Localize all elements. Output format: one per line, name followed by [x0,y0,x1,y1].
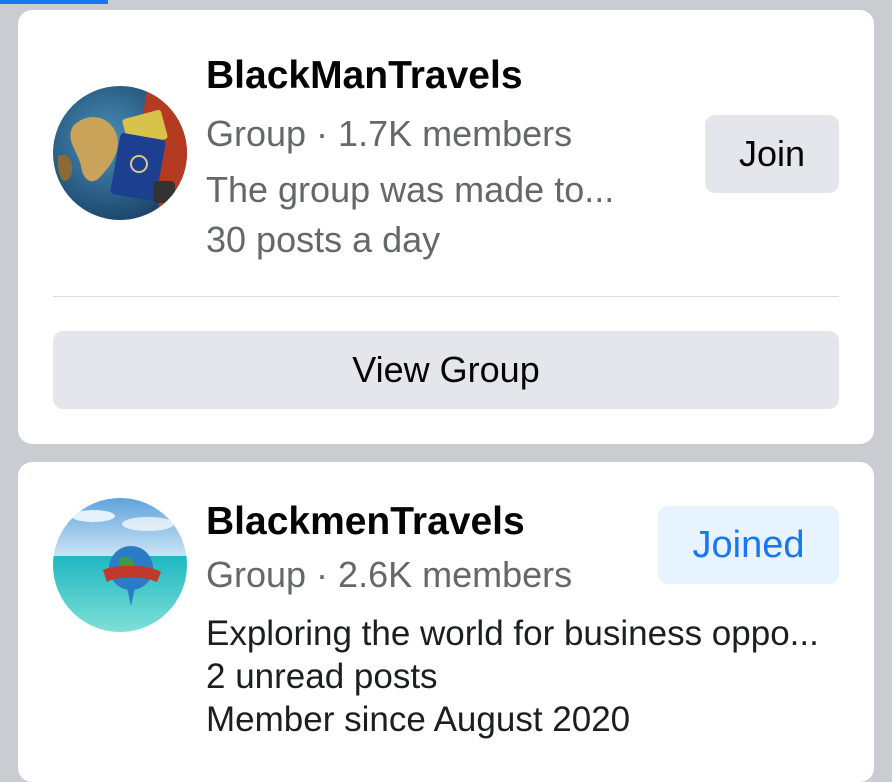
card-divider [53,296,839,297]
group-card-blackmentravels: BlackmenTravels Group · 2.6K members Exp… [18,462,874,782]
group-description: Exploring the world for business oppo... [206,614,819,653]
group-meta: Group · 2.6K members [206,554,573,595]
view-group-button[interactable]: View Group [53,331,839,409]
loading-progress-bar [0,0,108,4]
member-since: Member since August 2020 [206,700,631,739]
group-name[interactable]: BlackManTravels [206,54,523,98]
passport-map-image [53,86,187,220]
group-meta: Group · 1.7K members [206,113,573,154]
group-activity: 30 posts a day [206,219,441,260]
group-description: The group was made to... [206,169,615,210]
unread-posts: 2 unread posts [206,657,438,696]
group-avatar[interactable] [53,86,187,220]
group-card-blackmantravels: BlackManTravels Group · 1.7K members The… [18,10,874,444]
group-name[interactable]: BlackmenTravels [206,500,525,544]
join-button[interactable]: Join [705,115,839,193]
tropical-globe-image [53,498,187,632]
joined-button[interactable]: Joined [658,506,839,584]
group-avatar[interactable] [53,498,187,632]
